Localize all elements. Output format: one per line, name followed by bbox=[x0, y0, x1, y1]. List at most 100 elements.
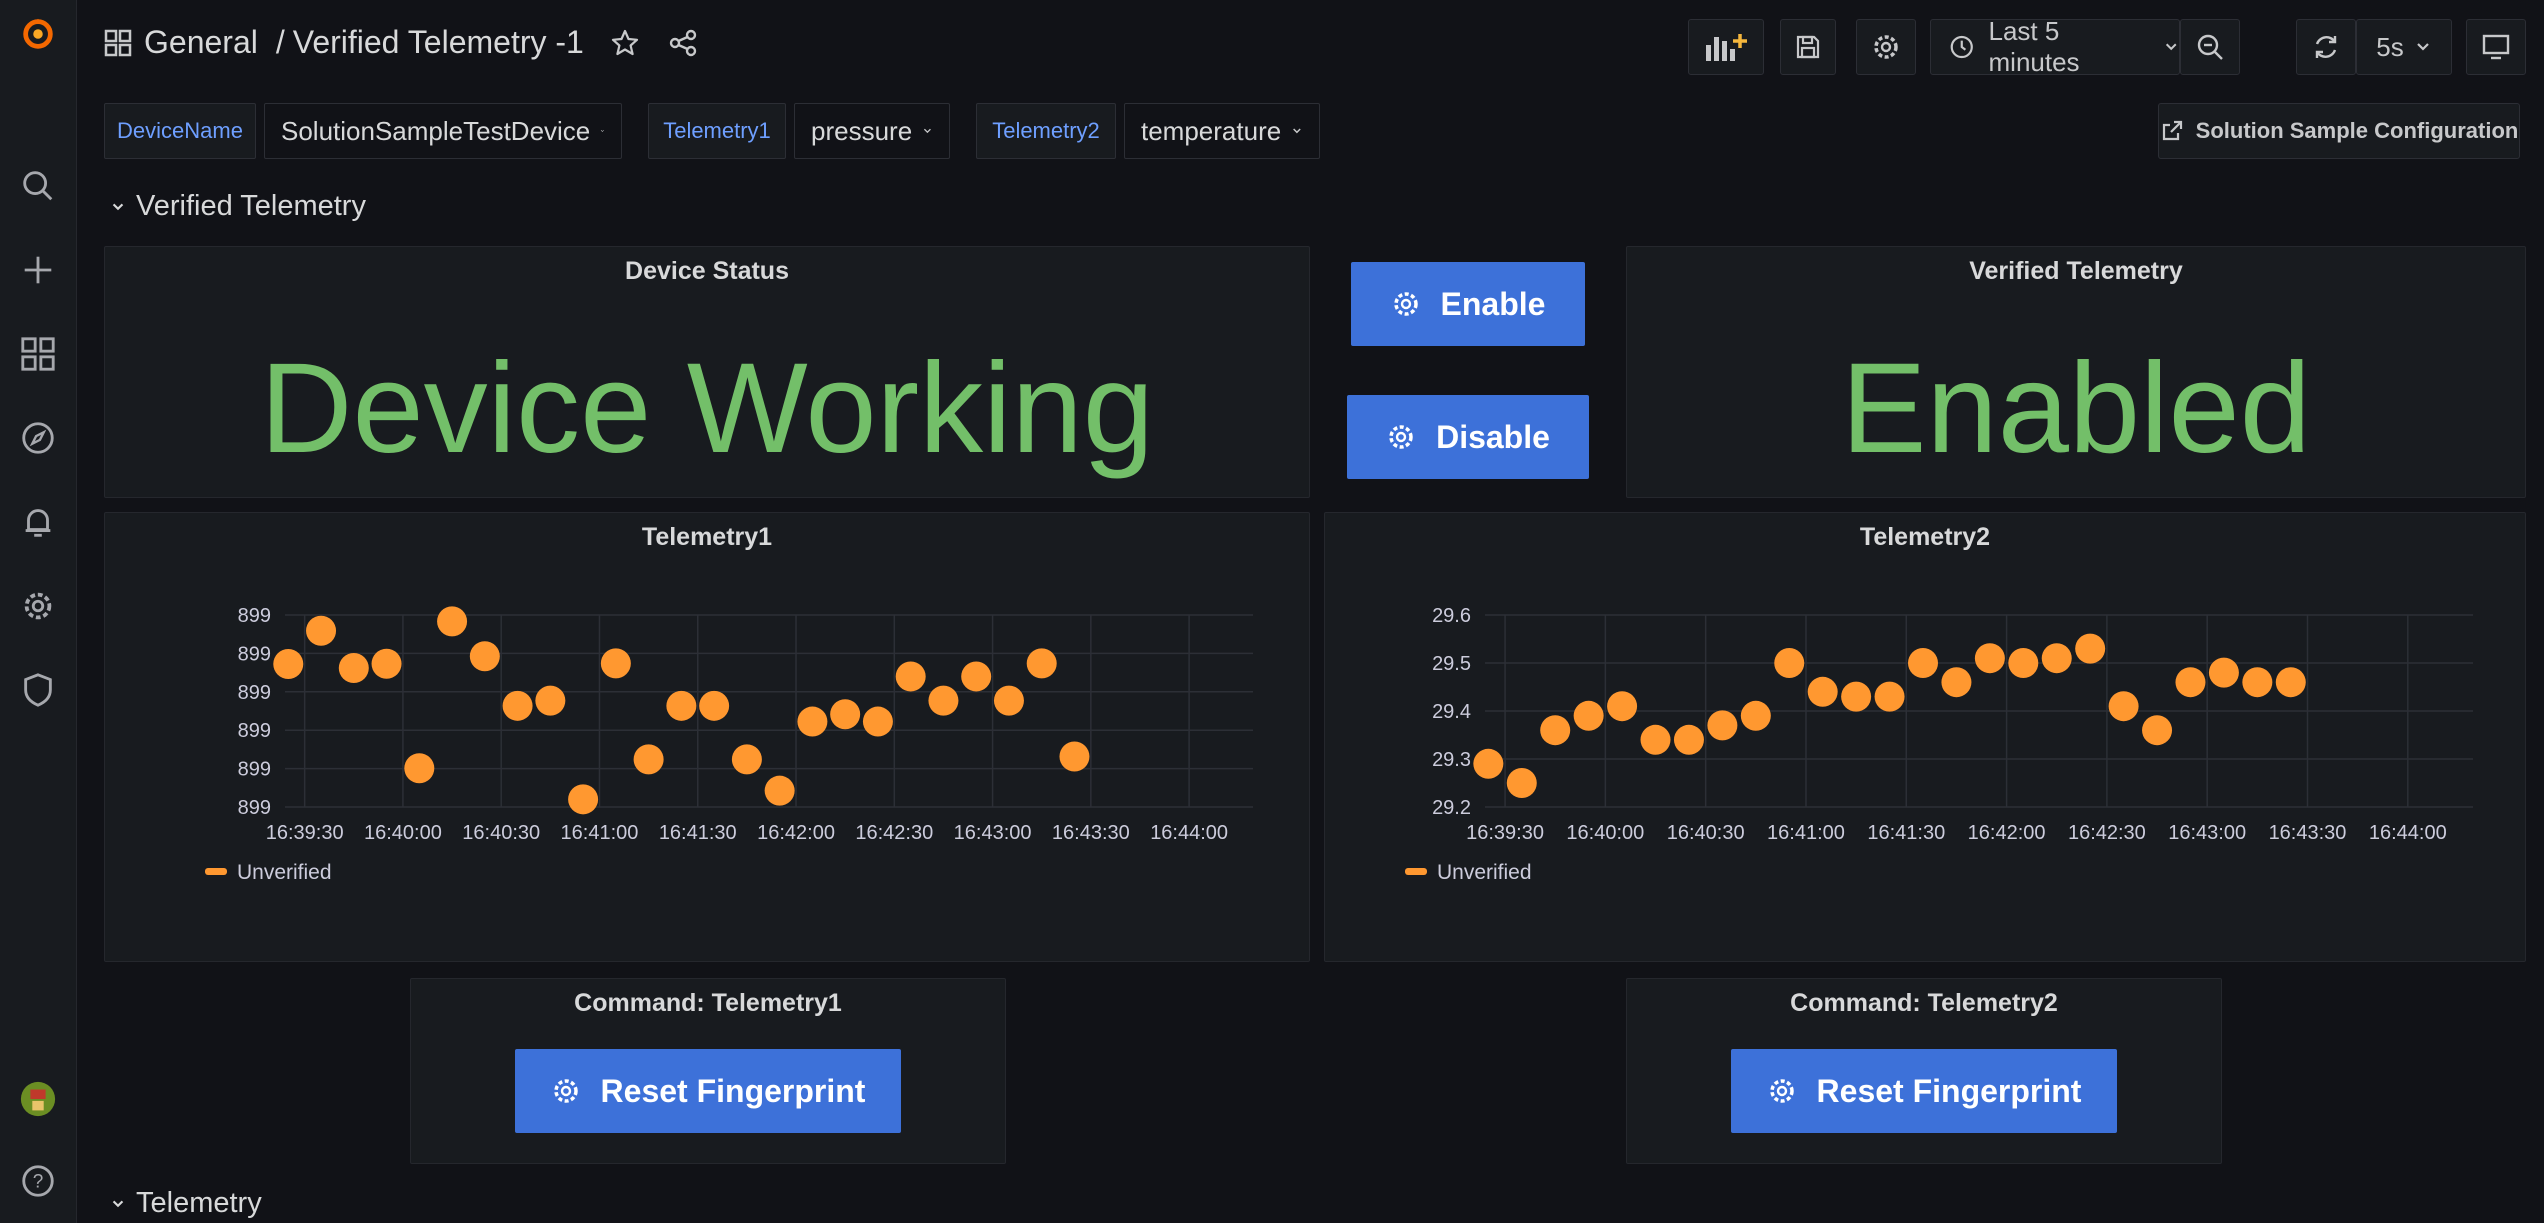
data-point bbox=[502, 690, 533, 721]
chevron-down-icon bbox=[924, 128, 932, 134]
y-tick-label: 899 bbox=[238, 643, 271, 665]
y-tick-label: 899 bbox=[238, 720, 271, 742]
data-point bbox=[731, 744, 762, 775]
data-point bbox=[1874, 681, 1905, 712]
refresh-button[interactable] bbox=[2296, 19, 2356, 75]
legend-swatch bbox=[1405, 868, 1427, 875]
explore-compass-icon[interactable] bbox=[14, 414, 62, 462]
data-point bbox=[600, 648, 631, 679]
command-telemetry1-panel: Command: Telemetry1 Reset Fingerprint bbox=[410, 978, 1006, 1164]
refresh-interval-picker[interactable]: 5s bbox=[2356, 19, 2452, 75]
gear-icon bbox=[1389, 425, 1413, 449]
enable-button[interactable]: Enable bbox=[1351, 262, 1585, 346]
data-point bbox=[961, 661, 992, 692]
alerting-bell-icon[interactable] bbox=[14, 498, 62, 546]
panel-title: Telemetry2 bbox=[1859, 523, 1991, 551]
telemetry1-panel: Telemetry1 899 899 899 899 899 899 16:39:30 16:… bbox=[104, 512, 1310, 962]
x-tick-label: 16:39:30 bbox=[1466, 822, 1544, 844]
user-avatar[interactable] bbox=[14, 1075, 62, 1123]
row-title: Telemetry bbox=[136, 1187, 262, 1219]
gear-icon bbox=[1393, 292, 1418, 316]
variable-value: SolutionSampleTestDevice bbox=[281, 115, 591, 146]
variable-label-telemetry2: Telemetry2 bbox=[976, 103, 1116, 159]
chevron-down-icon bbox=[2165, 43, 2177, 51]
add-panel-button[interactable] bbox=[1688, 19, 1764, 75]
data-point bbox=[535, 685, 566, 716]
plus-icon[interactable] bbox=[14, 246, 62, 294]
data-point bbox=[1907, 648, 1938, 678]
row-verified-telemetry[interactable]: Verified Telemetry bbox=[110, 190, 366, 223]
server-admin-shield-icon[interactable] bbox=[14, 666, 62, 714]
clock-icon bbox=[1950, 35, 1973, 59]
variable-label-telemetry1: Telemetry1 bbox=[648, 103, 786, 159]
save-dashboard-button[interactable] bbox=[1780, 19, 1836, 75]
data-point bbox=[1059, 741, 1090, 772]
telemetry1-chart[interactable]: 899 899 899 899 899 899 16:39:30 16:40:00 16:40:… bbox=[105, 553, 1309, 953]
dashboards-icon[interactable] bbox=[14, 330, 62, 378]
time-picker-button[interactable]: Last 5 minutes bbox=[1930, 16, 2180, 77]
breadcrumb-folder[interactable]: General bbox=[144, 24, 258, 61]
variable-select-telemetry1[interactable]: pressure bbox=[794, 103, 950, 159]
x-tick-label: 16:42:30 bbox=[2068, 822, 2146, 844]
tv-mode-button[interactable] bbox=[2466, 19, 2526, 75]
star-icon[interactable] bbox=[610, 28, 640, 58]
x-tick-label: 16:42:00 bbox=[1968, 822, 2046, 844]
y-tick-label: 899 bbox=[238, 605, 271, 627]
variable-select-devicename[interactable]: SolutionSampleTestDevice bbox=[264, 103, 622, 159]
y-tick-label: 29.2 bbox=[1432, 797, 1471, 819]
variable-select-telemetry2[interactable]: temperature bbox=[1124, 103, 1320, 159]
help-icon[interactable]: ? bbox=[14, 1157, 62, 1205]
x-tick-label: 16:43:30 bbox=[2269, 822, 2347, 844]
chevron-down-icon bbox=[2416, 43, 2429, 51]
verified-telemetry-value: Enabled bbox=[1841, 337, 2311, 480]
x-tick-label: 16:41:30 bbox=[659, 822, 737, 844]
x-tick-label: 16:42:00 bbox=[757, 822, 835, 844]
x-tick-label: 16:40:30 bbox=[1667, 822, 1745, 844]
configuration-gear-icon[interactable] bbox=[14, 582, 62, 630]
button-label: Reset Fingerprint bbox=[1816, 1072, 2082, 1109]
zoom-out-icon bbox=[2197, 34, 2223, 60]
data-point bbox=[1941, 667, 1972, 698]
reset-fingerprint-2-button[interactable]: Reset Fingerprint bbox=[1731, 1049, 2117, 1133]
dashboard-title[interactable]: Verified Telemetry -1 bbox=[293, 24, 584, 61]
y-tick-label: 29.5 bbox=[1432, 653, 1471, 675]
telemetry2-chart[interactable]: 29.2 29.3 29.4 29.5 29.6 16:39:30 16:40:00 16:4… bbox=[1325, 553, 2525, 953]
refresh-interval-label: 5s bbox=[2376, 31, 2404, 62]
row-telemetry[interactable]: Telemetry bbox=[110, 1187, 262, 1220]
grafana-logo-icon[interactable] bbox=[14, 10, 62, 58]
data-point bbox=[895, 661, 926, 692]
data-point bbox=[1607, 691, 1638, 722]
share-icon[interactable] bbox=[668, 28, 698, 58]
telemetry2-panel: Telemetry2 29.2 29.3 29.4 29.5 29.6 16:39:30 1… bbox=[1324, 512, 2526, 962]
button-label: Reset Fingerprint bbox=[600, 1072, 866, 1109]
search-icon[interactable] bbox=[14, 162, 62, 210]
sidebar: ? bbox=[0, 0, 77, 1223]
reset-fingerprint-1-button[interactable]: Reset Fingerprint bbox=[515, 1049, 901, 1133]
y-tick-label: 29.6 bbox=[1432, 605, 1471, 627]
dashboard-settings-button[interactable] bbox=[1856, 19, 1916, 75]
button-label: Disable bbox=[1436, 418, 1550, 455]
x-tick-label: 16:42:30 bbox=[855, 822, 933, 844]
gear-icon bbox=[1874, 35, 1898, 59]
svg-text:?: ? bbox=[33, 1172, 44, 1193]
x-tick-label: 16:41:00 bbox=[561, 822, 639, 844]
data-point bbox=[2275, 667, 2306, 698]
y-tick-label: 899 bbox=[238, 682, 271, 704]
solution-config-link[interactable]: Solution Sample Configuration bbox=[2158, 103, 2520, 159]
panel-title: Verified Telemetry bbox=[1969, 257, 2183, 285]
data-point bbox=[469, 641, 500, 672]
x-tick-label: 16:43:30 bbox=[1052, 822, 1130, 844]
data-point bbox=[2108, 691, 2139, 722]
device-status-value: Device Working bbox=[260, 337, 1154, 480]
variable-value: pressure bbox=[811, 115, 913, 146]
data-point bbox=[1740, 700, 1771, 731]
y-tick-label: 899 bbox=[238, 759, 271, 781]
data-point bbox=[273, 648, 304, 679]
zoom-out-button[interactable] bbox=[2180, 19, 2240, 75]
disable-button[interactable]: Disable bbox=[1347, 395, 1589, 479]
legend-swatch bbox=[205, 868, 227, 875]
data-point bbox=[1673, 724, 1704, 755]
data-point bbox=[2075, 633, 2106, 664]
data-point bbox=[633, 744, 664, 775]
variable-label-devicename: DeviceName bbox=[104, 103, 256, 159]
